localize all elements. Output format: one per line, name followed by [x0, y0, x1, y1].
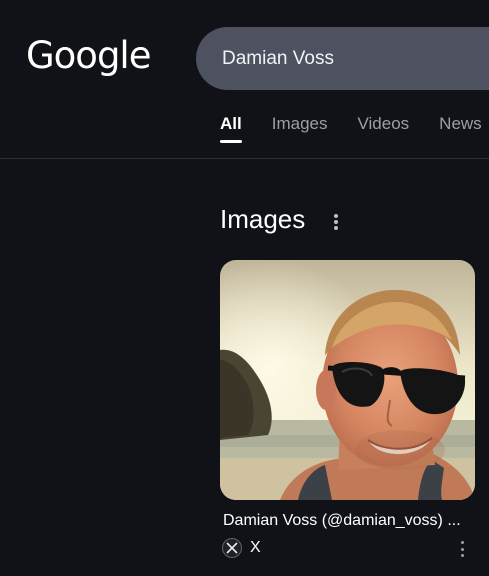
- image-result-thumbnail[interactable]: [220, 260, 475, 500]
- search-results-page: Google All Images Videos News Images: [0, 0, 489, 576]
- source-name: X: [250, 539, 261, 556]
- tab-news[interactable]: News: [439, 114, 482, 144]
- tab-videos[interactable]: Videos: [357, 114, 409, 144]
- search-tabs: All Images Videos News: [220, 114, 489, 144]
- tab-all[interactable]: All: [220, 114, 242, 144]
- tab-images[interactable]: Images: [272, 114, 328, 144]
- google-logo[interactable]: Google: [26, 34, 151, 77]
- search-input[interactable]: [220, 46, 484, 71]
- image-result-source[interactable]: X: [222, 538, 261, 558]
- x-logo-icon: [222, 538, 242, 558]
- header-divider: [0, 158, 489, 159]
- image-result-title[interactable]: Damian Voss (@damian_voss) ...: [223, 512, 483, 530]
- beach-portrait-photo: [220, 260, 475, 500]
- more-options-icon[interactable]: [329, 211, 343, 233]
- result-options-icon[interactable]: [457, 541, 467, 557]
- search-box[interactable]: [196, 27, 489, 90]
- images-section-title: Images: [220, 204, 306, 234]
